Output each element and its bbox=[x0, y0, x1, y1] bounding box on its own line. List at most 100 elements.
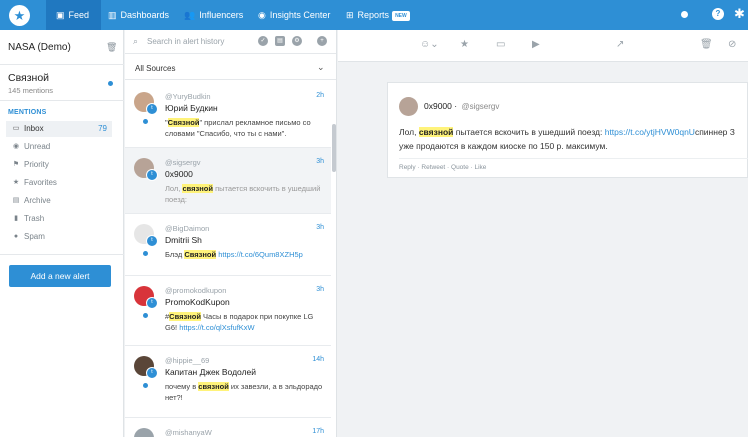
archive-icon[interactable]: ▭ bbox=[496, 39, 505, 50]
mention-time: 14h bbox=[312, 356, 324, 363]
avatar bbox=[134, 428, 154, 437]
mention-link[interactable]: https://t.co/qlXsfufKxW bbox=[179, 323, 254, 332]
mention-time: 3h bbox=[316, 224, 324, 231]
twitter-icon: t bbox=[146, 235, 158, 247]
spam-icon: ● bbox=[13, 233, 19, 240]
sidebar: NASA (Demo) 🗑 Связной 145 mentions MENTI… bbox=[0, 30, 124, 437]
sidebar-item-priority[interactable]: ⚑ Priority bbox=[6, 157, 112, 173]
add-icon[interactable]: + bbox=[317, 36, 327, 46]
grid-icon: ⊞ bbox=[346, 10, 354, 20]
card-text: Лол, связной пытается вскочить в ушедший… bbox=[399, 127, 735, 151]
top-navigation-bar: ★ ▣ Feed ▥ Dashboards 👥 Influencers ◉ Insigh… bbox=[0, 0, 748, 30]
unread-dot-icon bbox=[143, 383, 148, 388]
card-actions[interactable]: Reply · Retweet · Quote · Like bbox=[399, 164, 486, 171]
users-icon: 👥 bbox=[184, 10, 196, 20]
app-logo-icon[interactable]: ★ bbox=[9, 5, 30, 26]
sidebar-item-trash[interactable]: ▮ Trash bbox=[6, 211, 112, 227]
unread-dot-icon bbox=[143, 251, 148, 256]
mentions-heading: MENTIONS bbox=[8, 109, 47, 116]
mention-item[interactable]: t @hippie__69 14h Капитан Джек Водолей п… bbox=[125, 346, 331, 418]
unread-dot-icon bbox=[108, 81, 113, 86]
nav-reports[interactable]: ⊞ Reports NEW bbox=[346, 0, 410, 30]
search-input[interactable]: Search in alert history bbox=[147, 37, 224, 46]
export-icon[interactable]: ▤ bbox=[275, 36, 285, 46]
nav-feed[interactable]: ▣ Feed bbox=[46, 0, 102, 30]
star-icon[interactable]: ★ bbox=[460, 39, 469, 50]
nav-insights-center[interactable]: ◉ Insights Center bbox=[258, 0, 330, 30]
mention-item[interactable]: t @YuryBudkin 2h Юрий Будкин "Связной" п… bbox=[125, 82, 331, 148]
unread-dot-icon bbox=[143, 119, 148, 124]
mention-handle: @sigsergv bbox=[165, 158, 201, 167]
card-link[interactable]: https://t.co/ytjHVW0qnU bbox=[605, 127, 695, 137]
share-icon[interactable]: ↗ bbox=[616, 39, 624, 50]
status-dot-icon[interactable] bbox=[681, 11, 688, 18]
flag-icon: ⚑ bbox=[12, 161, 20, 168]
filter-icon[interactable]: ⚙ bbox=[292, 36, 302, 46]
mention-handle: @mishanyaW bbox=[165, 428, 212, 437]
mention-time: 3h bbox=[316, 286, 324, 293]
trash-icon[interactable]: 🗑 bbox=[700, 39, 713, 50]
mention-text: Блэд Связной https://t.co/6Qum8XZH5p bbox=[165, 250, 303, 259]
gear-icon[interactable]: ✱ bbox=[734, 7, 745, 21]
mention-text: #Связной Часы в подарок при покупке LG G… bbox=[165, 312, 314, 332]
mention-author: Капитан Джек Водолей bbox=[165, 367, 257, 377]
alert-name[interactable]: Связной bbox=[8, 72, 49, 84]
mention-time: 2h bbox=[316, 92, 324, 99]
tag-icon[interactable]: ▶ bbox=[532, 39, 540, 50]
twitter-icon: t bbox=[146, 103, 158, 115]
twitter-icon: t bbox=[146, 169, 158, 181]
mention-item[interactable]: t @promokodkupon 3h PromoKodKupon #Связн… bbox=[125, 276, 331, 346]
org-name[interactable]: NASA (Demo) bbox=[8, 42, 71, 53]
mention-author: 0x9000 bbox=[165, 169, 193, 179]
help-icon[interactable]: ? bbox=[712, 8, 724, 20]
new-badge: NEW bbox=[392, 10, 410, 21]
feed-icon: ▣ bbox=[56, 10, 65, 20]
mention-item[interactable]: @mishanyaW 17h bbox=[125, 418, 331, 437]
list-scrollbar[interactable] bbox=[332, 124, 336, 172]
mention-author: Юрий Будкин bbox=[165, 103, 218, 113]
divider bbox=[399, 158, 748, 159]
mention-text: "Связной" прислал рекламное письмо со сл… bbox=[165, 118, 311, 138]
search-bar[interactable]: ⌕ Search in alert history ✓ ▤ ⚙ + bbox=[125, 30, 336, 54]
detail-toolbar: ☺⌄ ★ ▭ ▶ ↗ 🗑 ⊘ bbox=[338, 30, 748, 62]
mention-handle: @promokodkupon bbox=[165, 286, 227, 295]
mention-time: 3h bbox=[316, 158, 324, 165]
compass-icon: ◉ bbox=[258, 10, 266, 20]
mention-list-column: ⌕ Search in alert history ✓ ▤ ⚙ + All So… bbox=[125, 30, 337, 437]
mention-author: Dmitrii Sh bbox=[165, 235, 202, 245]
search-icon: ⌕ bbox=[133, 36, 139, 46]
sidebar-item-favorites[interactable]: ★ Favorites bbox=[6, 175, 112, 191]
inbox-count: 79 bbox=[98, 124, 107, 133]
sentiment-icon[interactable]: ☺⌄ bbox=[420, 39, 439, 50]
mention-item-selected[interactable]: t @sigsergv 3h 0x9000 Лол, связной пытае… bbox=[125, 148, 331, 214]
twitter-icon: t bbox=[146, 297, 158, 309]
chevron-down-icon: ⌄ bbox=[317, 62, 325, 72]
unread-dot-icon bbox=[143, 313, 148, 318]
nav-dashboards[interactable]: ▥ Dashboards bbox=[108, 0, 169, 30]
avatar bbox=[399, 97, 418, 116]
nav-influencers[interactable]: 👥 Influencers bbox=[184, 0, 243, 30]
divider bbox=[0, 254, 124, 255]
sidebar-item-inbox[interactable]: ▭ Inbox 79 bbox=[6, 121, 112, 137]
mention-card: 0x9000 · @sigsergv Лол, связной пытается… bbox=[387, 82, 748, 178]
check-icon[interactable]: ✓ bbox=[258, 36, 268, 46]
mention-link[interactable]: https://t.co/6Qum8XZH5p bbox=[218, 250, 303, 259]
sources-dropdown[interactable]: All Sources ⌄ bbox=[125, 58, 336, 80]
sidebar-item-archive[interactable]: ▤ Archive bbox=[6, 193, 112, 209]
mention-time: 17h bbox=[312, 428, 324, 435]
divider bbox=[0, 100, 124, 101]
trash-icon[interactable]: 🗑 bbox=[106, 42, 117, 53]
star-icon: ★ bbox=[12, 179, 20, 186]
sidebar-item-spam[interactable]: ● Spam bbox=[6, 229, 112, 245]
alert-mention-count: 145 mentions bbox=[8, 86, 54, 95]
mention-handle: @BigDaimon bbox=[165, 224, 210, 233]
sidebar-item-unread[interactable]: ◉ Unread bbox=[6, 139, 112, 155]
block-icon[interactable]: ⊘ bbox=[728, 39, 736, 50]
twitter-icon: t bbox=[146, 367, 158, 379]
mention-author: PromoKodKupon bbox=[165, 297, 230, 307]
add-alert-button[interactable]: Add a new alert bbox=[9, 265, 111, 287]
mention-detail-panel: ☺⌄ ★ ▭ ▶ ↗ 🗑 ⊘ 0x9000 · @sigsergv Лол, с… bbox=[338, 30, 748, 437]
archive-icon: ▤ bbox=[12, 197, 20, 204]
mention-handle: @hippie__69 bbox=[165, 356, 210, 365]
mention-item[interactable]: t @BigDaimon 3h Dmitrii Sh Блэд Связной … bbox=[125, 214, 331, 276]
